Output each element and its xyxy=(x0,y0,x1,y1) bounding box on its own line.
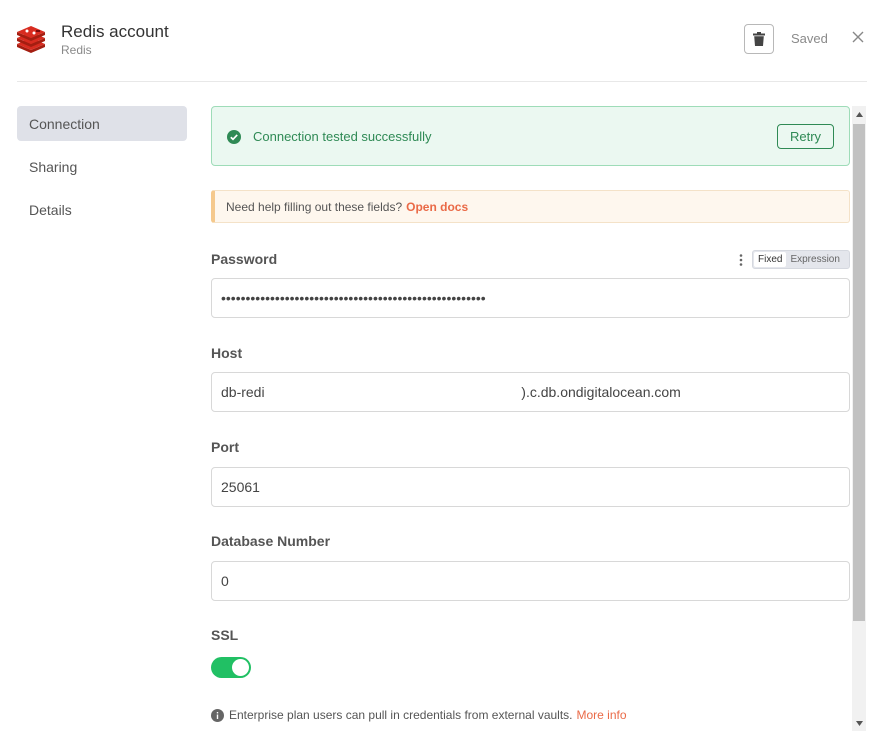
database-number-label: Database Number xyxy=(211,533,331,549)
caret-up-icon xyxy=(855,111,863,117)
sidebar-nav: Connection Sharing Details xyxy=(17,106,187,235)
ssl-toggle[interactable] xyxy=(211,657,251,678)
enterprise-note-text: Enterprise plan users can pull in creden… xyxy=(229,708,573,722)
sidebar-item-sharing[interactable]: Sharing xyxy=(17,149,187,184)
enterprise-note: Enterprise plan users can pull in creden… xyxy=(211,708,627,722)
saved-status: Saved xyxy=(791,31,828,46)
host-input[interactable] xyxy=(211,372,850,412)
more-info-link[interactable]: More info xyxy=(577,708,627,722)
sidebar-item-connection[interactable]: Connection xyxy=(17,106,187,141)
sidebar-item-details[interactable]: Details xyxy=(17,192,187,227)
info-icon xyxy=(211,708,224,722)
host-label: Host xyxy=(211,345,243,361)
mode-fixed-option[interactable]: Fixed xyxy=(754,252,787,267)
scrollbar-thumb[interactable] xyxy=(853,124,865,621)
check-circle-icon xyxy=(227,130,241,144)
ssl-label: SSL xyxy=(211,627,239,643)
redis-logo-icon xyxy=(17,26,45,53)
header-divider xyxy=(17,81,867,82)
password-input[interactable] xyxy=(211,278,850,318)
sidebar-item-label: Sharing xyxy=(29,158,78,175)
database-number-input[interactable] xyxy=(211,561,850,601)
sidebar-item-label: Connection xyxy=(29,115,100,132)
more-options-icon[interactable] xyxy=(738,253,744,267)
mode-expression-option[interactable]: Expression xyxy=(786,252,843,267)
port-label: Port xyxy=(211,439,239,455)
modal-header: Redis account Redis Saved xyxy=(0,0,883,82)
success-message: Connection tested successfully xyxy=(253,129,432,144)
success-banner: Connection tested successfully Retry xyxy=(211,106,850,166)
docs-notice-message: Need help filling out these fields? xyxy=(226,200,403,214)
page-title: Redis account xyxy=(61,22,169,41)
retry-button[interactable]: Retry xyxy=(777,124,834,149)
caret-down-icon xyxy=(855,720,863,726)
docs-notice-text: Need help filling out these fields? Open … xyxy=(226,200,468,214)
trash-icon xyxy=(753,32,765,46)
scroll-down-button[interactable] xyxy=(852,715,866,731)
delete-button[interactable] xyxy=(744,24,774,54)
page-subtitle: Redis xyxy=(61,43,92,57)
password-label: Password xyxy=(211,251,278,267)
scroll-up-button[interactable] xyxy=(852,106,866,122)
parameter-mode-toggle: Fixed Expression xyxy=(752,250,850,269)
docs-notice: Need help filling out these fields? Open … xyxy=(211,190,850,223)
close-icon[interactable] xyxy=(850,29,866,45)
scrollbar[interactable] xyxy=(852,106,866,731)
sidebar-item-label: Details xyxy=(29,201,72,218)
port-input[interactable] xyxy=(211,467,850,507)
toggle-knob xyxy=(232,659,249,676)
open-docs-link[interactable]: Open docs xyxy=(406,200,468,214)
